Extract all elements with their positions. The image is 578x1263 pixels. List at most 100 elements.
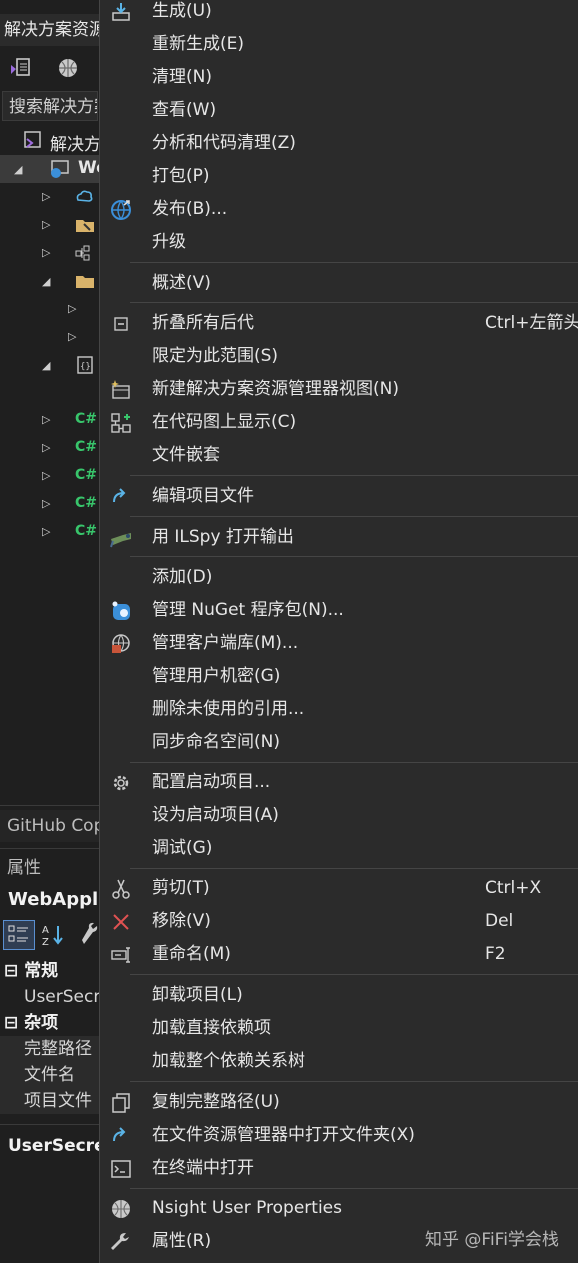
menu-item-manage-client-libraries[interactable]: 管理客户端库(M)... (100, 627, 578, 660)
menu-item-rebuild[interactable]: 重新生成(E) (100, 28, 578, 61)
menu-separator (130, 302, 578, 303)
csharp-file-icon: C# (75, 411, 98, 427)
tree-row-connected-services[interactable]: ▷ (0, 183, 100, 211)
menu-item-rename[interactable]: 重命名(M) F2 (100, 938, 578, 971)
solution-label: 解决方案 (50, 135, 100, 155)
wrench-icon[interactable] (80, 922, 100, 952)
property-row[interactable]: 项目文件 (0, 1088, 100, 1114)
menu-item-upgrade[interactable]: 升级 (100, 226, 578, 259)
menu-item-nsight-user-properties[interactable]: Nsight User Properties (100, 1192, 578, 1225)
menu-item-label: 分析和代码清理(Z) (152, 133, 296, 153)
tree-row-cs-file-5[interactable]: ▷ C# (0, 518, 100, 546)
csharp-file-icon: C# (75, 467, 98, 483)
property-row[interactable]: UserSecretsId (0, 984, 100, 1010)
expand-down-icon[interactable]: ◢ (42, 359, 50, 372)
tree-row-properties-folder[interactable]: ▷ (0, 211, 100, 239)
expand-right-icon[interactable]: ▷ (42, 218, 50, 231)
tree-row-cs-file-1[interactable]: ▷ C# (0, 406, 100, 434)
context-menu: 生成(U) 重新生成(E) 清理(N) 查看(W) 分析和代码清理(Z) 打包(… (99, 0, 578, 1263)
menu-item-manage-user-secrets[interactable]: 管理用户机密(G) (100, 660, 578, 693)
tree-row-folder[interactable]: ◢ (0, 267, 100, 295)
tree-row-subfolder-1[interactable]: ▷ (0, 295, 100, 323)
divider (0, 1124, 100, 1125)
properties-title: 属性 (7, 858, 41, 878)
tree-row-dependencies[interactable]: ▷ (0, 239, 100, 267)
expand-down-icon[interactable]: ◢ (14, 163, 22, 176)
menu-item-set-startup[interactable]: 设为启动项目(A) (100, 799, 578, 832)
menu-item-label: 管理 NuGet 程序包(N)... (152, 600, 344, 620)
property-row[interactable]: 完整路径 (0, 1036, 100, 1062)
property-row[interactable]: 文件名 (0, 1062, 100, 1088)
menu-item-load-dep-tree[interactable]: 加载整个依赖关系树 (100, 1045, 578, 1078)
divider (0, 805, 100, 806)
menu-item-label: 在代码图上显示(C) (152, 412, 297, 432)
tree-row-cs-file-4[interactable]: ▷ C# (0, 490, 100, 518)
expand-right-icon[interactable]: ▷ (68, 330, 76, 343)
menu-item-clean[interactable]: 清理(N) (100, 61, 578, 94)
properties-folder-icon (74, 215, 96, 239)
menu-item-view[interactable]: 查看(W) (100, 94, 578, 127)
expand-down-icon[interactable]: ◢ (42, 275, 50, 288)
menu-item-remove[interactable]: 移除(V) Del (100, 905, 578, 938)
menu-item-overview[interactable]: 概述(V) (100, 267, 578, 300)
github-copilot-tab[interactable]: GitHub Copilot (0, 810, 100, 842)
menu-item-edit-project-file[interactable]: 编辑项目文件 (100, 480, 578, 513)
scissors-icon (109, 877, 133, 901)
menu-item-debug[interactable]: 调试(G) (100, 832, 578, 865)
menu-item-remove-unused-references[interactable]: 删除未使用的引用... (100, 693, 578, 726)
menu-item-copy-full-path[interactable]: 复制完整路径(U) (100, 1086, 578, 1119)
menu-item-scope-to-this[interactable]: 限定为此范围(S) (100, 340, 578, 373)
menu-item-configure-startup[interactable]: 配置启动项目... (100, 766, 578, 799)
build-icon (109, 0, 133, 24)
menu-item-publish[interactable]: 发布(B)... (100, 193, 578, 226)
menu-item-show-on-code-map[interactable]: 在代码图上显示(C) (100, 406, 578, 439)
menu-item-label: 同步命名空间(N) (152, 732, 280, 752)
menu-item-collapse-all[interactable]: 折叠所有后代 Ctrl+左箭头 (100, 307, 578, 340)
menu-item-new-explorer-view[interactable]: 新建解决方案资源管理器视图(N) (100, 373, 578, 406)
menu-item-file-nesting[interactable]: 文件嵌套 (100, 439, 578, 472)
web-project-icon (48, 159, 70, 183)
menu-item-load-direct-deps[interactable]: 加载直接依赖项 (100, 1012, 578, 1045)
collapse-icon[interactable]: ⊟ (4, 961, 18, 981)
expand-right-icon[interactable]: ▷ (42, 469, 50, 482)
menu-item-open-in-explorer[interactable]: 在文件资源管理器中打开文件夹(X) (100, 1119, 578, 1152)
expand-right-icon[interactable]: ▷ (42, 246, 50, 259)
menu-item-build[interactable]: 生成(U) (100, 0, 578, 28)
menu-item-label: 用 ILSpy 打开输出 (152, 527, 294, 547)
csharp-file-icon: C# (75, 439, 98, 455)
alphabetical-sort-icon[interactable]: AZ (40, 922, 68, 952)
expand-right-icon[interactable]: ▷ (42, 190, 50, 203)
tree-row-json-file[interactable]: ◢ {} (0, 351, 100, 379)
menu-item-manage-nuget[interactable]: 管理 NuGet 程序包(N)... (100, 594, 578, 627)
menu-item-cut[interactable]: 剪切(T) Ctrl+X (100, 872, 578, 905)
solution-icon (22, 130, 42, 154)
vs-switch-view-icon[interactable] (8, 56, 34, 80)
tree-row-project[interactable]: ◢ WebApplication (0, 155, 100, 183)
tree-row-subfolder-2[interactable]: ▷ (0, 323, 100, 351)
nuget-icon (109, 599, 133, 623)
menu-item-pack[interactable]: 打包(P) (100, 160, 578, 193)
menu-item-unload-project[interactable]: 卸载项目(L) (100, 979, 578, 1012)
menu-item-sync-namespaces[interactable]: 同步命名空间(N) (100, 726, 578, 759)
menu-item-add[interactable]: 添加(D) (100, 561, 578, 594)
menu-separator (130, 516, 578, 517)
expand-right-icon[interactable]: ▷ (42, 497, 50, 510)
menu-item-open-with-ilspy[interactable]: 用 ILSpy 打开输出 (100, 521, 578, 554)
property-category[interactable]: ⊟ 常规 (0, 958, 100, 984)
expand-right-icon[interactable]: ▷ (42, 525, 50, 538)
expand-right-icon[interactable]: ▷ (42, 413, 50, 426)
tree-row-solution[interactable]: 解决方案 (0, 127, 100, 155)
solution-explorer-toolbar (0, 50, 100, 86)
property-category[interactable]: ⊟ 杂项 (0, 1010, 100, 1036)
solution-search-input[interactable]: 搜索解决方案资源管理器 (2, 91, 98, 121)
collapse-icon[interactable]: ⊟ (4, 1013, 18, 1033)
menu-item-analyze[interactable]: 分析和代码清理(Z) (100, 127, 578, 160)
expand-right-icon[interactable]: ▷ (68, 302, 76, 315)
menu-item-open-in-terminal[interactable]: 在终端中打开 (100, 1152, 578, 1185)
expand-right-icon[interactable]: ▷ (42, 441, 50, 454)
globe-icon[interactable] (56, 56, 82, 80)
categorized-view-icon[interactable] (3, 920, 35, 950)
tree-row-cs-file-2[interactable]: ▷ C# (0, 434, 100, 462)
client-library-icon (109, 632, 133, 656)
tree-row-cs-file-3[interactable]: ▷ C# (0, 462, 100, 490)
